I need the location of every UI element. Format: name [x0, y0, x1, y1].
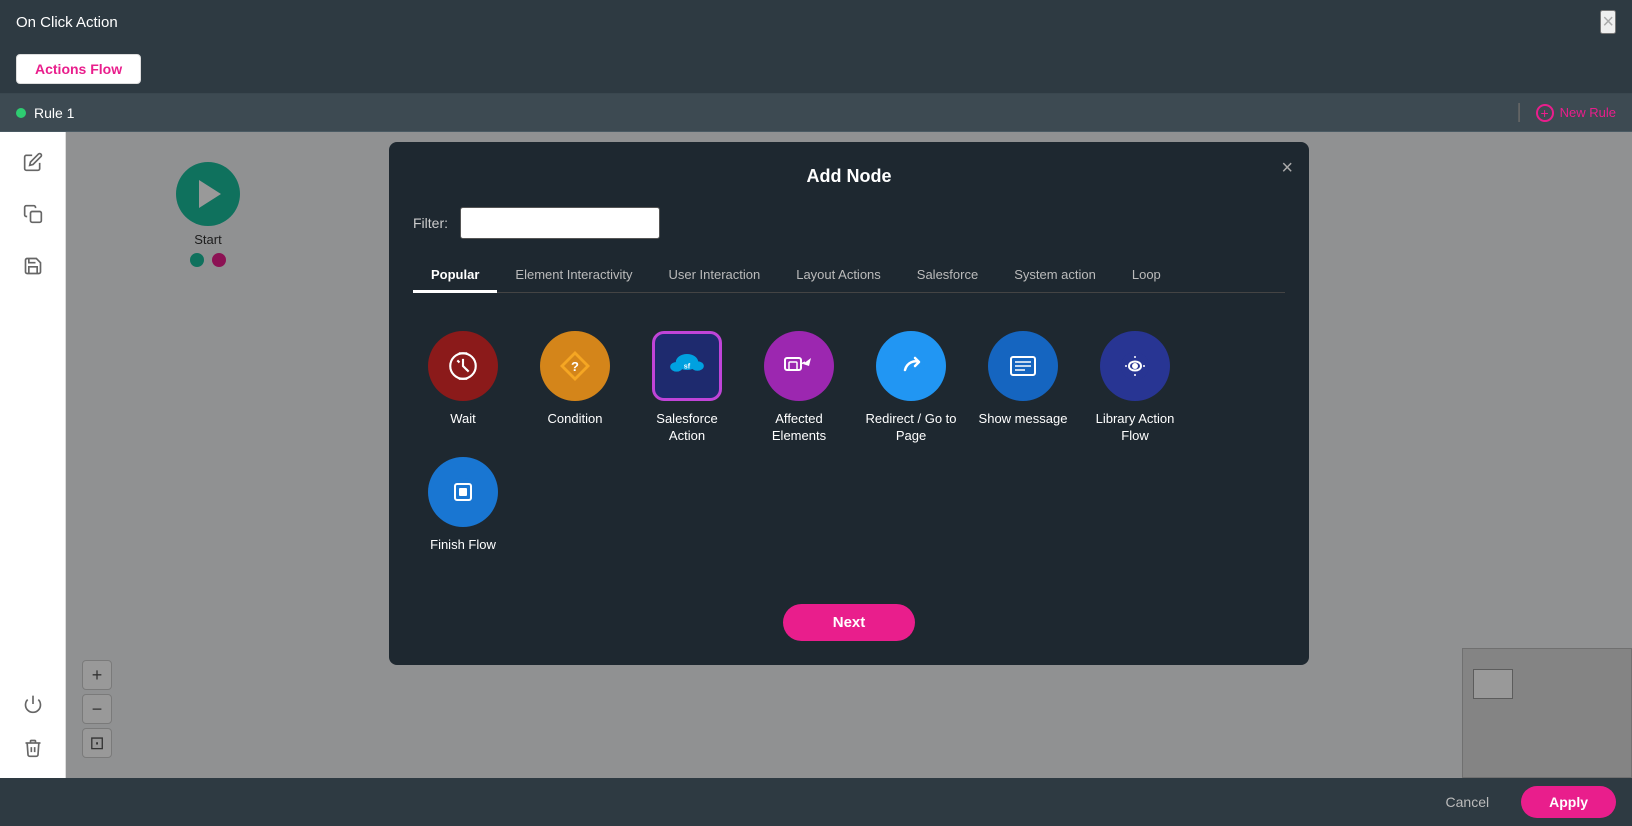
tab-user-interaction[interactable]: User Interaction — [650, 259, 778, 293]
node-finish-flow[interactable]: Finish Flow — [413, 457, 513, 554]
new-rule-button[interactable]: | + New Rule — [1516, 101, 1616, 124]
library-action-flow-icon — [1100, 331, 1170, 401]
redirect-label: Redirect / Go to Page — [861, 411, 961, 445]
filter-row: Filter: — [413, 207, 1285, 239]
next-button[interactable]: Next — [783, 604, 916, 641]
modal-footer: Next — [413, 604, 1285, 641]
rule-name: Rule 1 — [34, 105, 74, 121]
left-sidebar — [0, 132, 66, 778]
svg-text:?: ? — [571, 359, 579, 374]
condition-icon: ? — [540, 331, 610, 401]
new-rule-label: New Rule — [1560, 105, 1616, 120]
node-show-message[interactable]: Show message — [973, 331, 1073, 445]
rule-label: Rule 1 — [16, 105, 74, 121]
bottom-bar: Cancel Apply — [0, 778, 1632, 826]
cancel-button[interactable]: Cancel — [1426, 786, 1510, 818]
top-bar: On Click Action × — [0, 0, 1632, 44]
node-affected-elements[interactable]: Affected Elements — [749, 331, 849, 445]
affected-elements-label: Affected Elements — [749, 411, 849, 445]
edit-icon[interactable] — [15, 144, 51, 180]
divider-line: | — [1516, 101, 1521, 124]
library-action-flow-label: Library Action Flow — [1085, 411, 1185, 445]
finish-flow-icon — [428, 457, 498, 527]
salesforce-icon: sf — [652, 331, 722, 401]
tab-salesforce[interactable]: Salesforce — [899, 259, 996, 293]
modal-title: Add Node — [413, 166, 1285, 187]
tab-bar: Actions Flow — [0, 44, 1632, 94]
copy-icon[interactable] — [15, 196, 51, 232]
node-grid: Wait ? Condition — [413, 321, 1285, 574]
node-salesforce-action[interactable]: sf Salesforce Action — [637, 331, 737, 445]
node-condition[interactable]: ? Condition — [525, 331, 625, 445]
dialog-title: On Click Action — [16, 14, 118, 31]
tab-layout-actions[interactable]: Layout Actions — [778, 259, 899, 293]
rule-bar: Rule 1 | + New Rule — [0, 94, 1632, 132]
modal-tabs: Popular Element Interactivity User Inter… — [413, 259, 1285, 293]
apply-button[interactable]: Apply — [1521, 786, 1616, 818]
power-icon[interactable] — [15, 686, 51, 722]
node-library-action-flow[interactable]: Library Action Flow — [1085, 331, 1185, 445]
rule-status-dot — [16, 108, 26, 118]
new-rule-icon: + — [1536, 104, 1554, 122]
svg-text:sf: sf — [684, 361, 691, 370]
node-wait[interactable]: Wait — [413, 331, 513, 445]
modal-close-button[interactable]: × — [1281, 158, 1293, 178]
wait-label: Wait — [450, 411, 476, 428]
condition-label: Condition — [548, 411, 603, 428]
canvas-area: Start + − ⊡ Add Node × Filter: — [66, 132, 1632, 778]
modal-overlay: Add Node × Filter: Popular Element Inter… — [66, 132, 1632, 778]
redirect-icon — [876, 331, 946, 401]
affected-elements-icon — [764, 331, 834, 401]
workspace: Start + − ⊡ Add Node × Filter: — [0, 132, 1632, 778]
top-bar-close-button[interactable]: × — [1600, 10, 1616, 34]
tab-system-action[interactable]: System action — [996, 259, 1114, 293]
filter-label: Filter: — [413, 215, 448, 231]
add-node-modal: Add Node × Filter: Popular Element Inter… — [389, 142, 1309, 665]
node-redirect[interactable]: Redirect / Go to Page — [861, 331, 961, 445]
show-message-icon — [988, 331, 1058, 401]
trash-icon[interactable] — [15, 730, 51, 766]
filter-input[interactable] — [460, 207, 660, 239]
save-icon[interactable] — [15, 248, 51, 284]
tab-popular[interactable]: Popular — [413, 259, 497, 293]
actions-flow-tab[interactable]: Actions Flow — [16, 54, 141, 84]
salesforce-label: Salesforce Action — [637, 411, 737, 445]
tab-element-interactivity[interactable]: Element Interactivity — [497, 259, 650, 293]
show-message-label: Show message — [979, 411, 1068, 428]
tab-loop[interactable]: Loop — [1114, 259, 1179, 293]
wait-icon — [428, 331, 498, 401]
finish-flow-label: Finish Flow — [430, 537, 496, 554]
